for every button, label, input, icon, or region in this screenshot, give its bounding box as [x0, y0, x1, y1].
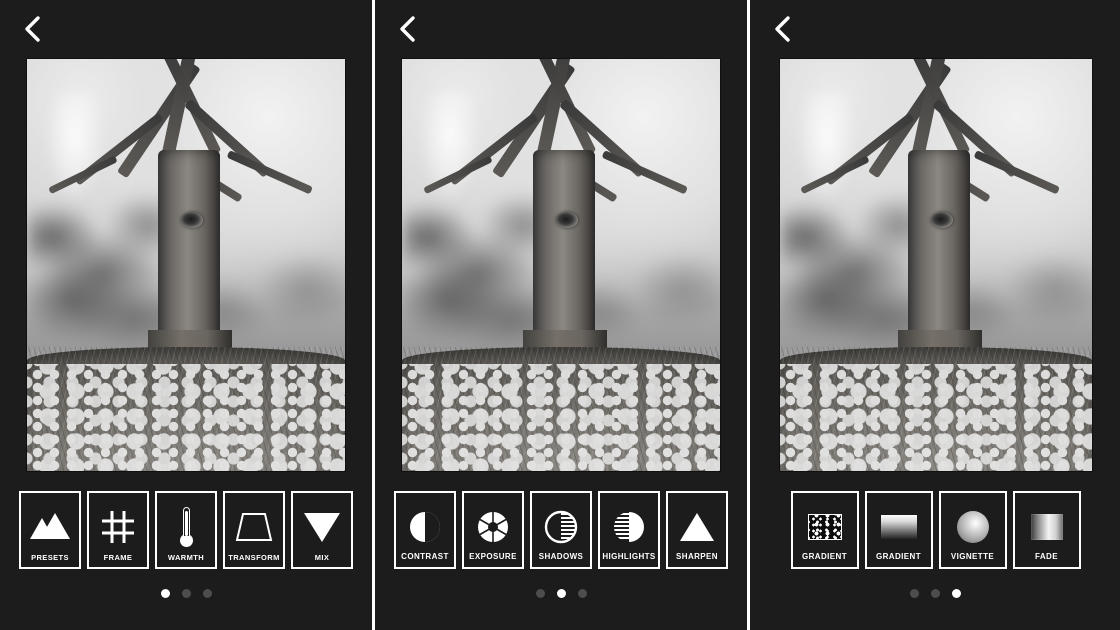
tool-label: CONTRAST: [401, 552, 449, 561]
pagination-dot-2[interactable]: [181, 589, 191, 598]
pagination-dot-3[interactable]: [952, 589, 961, 598]
tool-label: MIX: [314, 552, 330, 562]
tool-list: CONTRAST EXPOSURE SHADOWS HIGHLIGHTS SHA…: [394, 491, 728, 569]
panel-presets: PRESETS FRAME WARMTH TRANSFORM MIX: [0, 0, 372, 630]
sphere-icon: [943, 501, 1003, 553]
fade-icon: [1017, 501, 1077, 553]
photo-area: [375, 58, 747, 472]
tool-highlights[interactable]: HIGHLIGHTS: [598, 491, 660, 569]
tool-vignette[interactable]: VIGNETTE: [938, 491, 1007, 569]
grain-icon: [795, 501, 855, 553]
back-button[interactable]: [16, 12, 50, 46]
tool-transform[interactable]: TRANSFORM: [223, 491, 285, 569]
tool-mix[interactable]: MIX: [291, 491, 353, 569]
photo-tree-knot: [930, 211, 953, 228]
tool-bar: PRESETS FRAME WARMTH TRANSFORM MIX: [0, 472, 372, 630]
top-bar: [375, 0, 747, 58]
tool-label: PRESETS: [31, 552, 69, 562]
photo-tree-trunk: [897, 149, 982, 365]
photo-tree-trunk: [523, 149, 607, 365]
back-button[interactable]: [766, 12, 800, 46]
pagination-dot-2[interactable]: [931, 589, 940, 598]
trapezoid-icon: [227, 501, 281, 554]
pagination-dot-2[interactable]: [556, 589, 566, 598]
edited-photo[interactable]: [401, 58, 721, 472]
pagination-dots: [160, 589, 212, 598]
tool-contrast[interactable]: CONTRAST: [394, 491, 456, 569]
edited-photo[interactable]: [778, 58, 1093, 472]
shadows-circle-icon: [534, 501, 588, 553]
chevron-left-icon: [398, 15, 418, 43]
photo-tree-knot: [556, 211, 578, 228]
photo-tree-knot: [181, 211, 203, 228]
triangle-down-icon: [295, 501, 349, 554]
pagination-dots: [535, 589, 587, 598]
tool-grain[interactable]: GRADIENT: [790, 491, 859, 569]
tool-label: SHADOWS: [538, 552, 584, 561]
tool-bar: GRADIENT GRADIENT VIGNETTE FADE: [750, 472, 1120, 630]
highlights-circle-icon: [602, 501, 656, 553]
tool-label: WARMTH: [167, 552, 205, 562]
tool-exposure[interactable]: EXPOSURE: [462, 491, 524, 569]
pagination-dot-1[interactable]: [535, 589, 545, 598]
three-panel-screenshot: PRESETS FRAME WARMTH TRANSFORM MIX CONTR…: [0, 0, 1120, 630]
tool-label: SHARPEN: [676, 552, 718, 561]
triangle-up-icon: [670, 501, 724, 553]
tool-sharpen[interactable]: SHARPEN: [666, 491, 728, 569]
tool-label: EXPOSURE: [469, 552, 517, 561]
linear-gradient-icon: [869, 501, 929, 553]
tool-bar: CONTRAST EXPOSURE SHADOWS HIGHLIGHTS SHA…: [375, 472, 747, 630]
chevron-left-icon: [773, 15, 793, 43]
tool-frame[interactable]: FRAME: [87, 491, 149, 569]
tool-label: HIGHLIGHTS: [602, 552, 656, 561]
panel-effects: GRADIENT GRADIENT VIGNETTE FADE: [750, 0, 1120, 630]
tool-label: GRADIENT: [876, 552, 921, 561]
tool-label: FRAME: [103, 552, 133, 562]
grid-hash-icon: [91, 501, 145, 554]
tool-label: GRADIENT: [802, 552, 847, 561]
tool-label: VIGNETTE: [950, 552, 995, 561]
back-button[interactable]: [391, 12, 425, 46]
photo-tree-trunk: [148, 149, 232, 365]
tool-list: GRADIENT GRADIENT VIGNETTE FADE: [790, 491, 1081, 569]
photo-wildflowers: [402, 363, 720, 471]
photo-wildflowers: [27, 363, 345, 471]
chevron-left-icon: [23, 15, 43, 43]
tool-label: TRANSFORM: [228, 552, 280, 562]
tool-label: FADE: [1035, 552, 1058, 561]
pagination-dot-1[interactable]: [910, 589, 919, 598]
mountains-icon: [23, 501, 77, 554]
thermometer-icon: [159, 501, 213, 554]
edited-photo[interactable]: [26, 58, 346, 472]
tool-fade[interactable]: FADE: [1012, 491, 1081, 569]
pagination-dots: [910, 589, 961, 598]
tool-gradient[interactable]: GRADIENT: [864, 491, 933, 569]
photo-area: [750, 58, 1120, 472]
tool-presets[interactable]: PRESETS: [19, 491, 81, 569]
aperture-icon: [466, 501, 520, 553]
photo-area: [0, 58, 372, 472]
photo-wildflowers: [779, 363, 1092, 471]
tool-list: PRESETS FRAME WARMTH TRANSFORM MIX: [19, 491, 353, 569]
pagination-dot-3[interactable]: [577, 589, 587, 598]
panel-tone: CONTRAST EXPOSURE SHADOWS HIGHLIGHTS SHA…: [375, 0, 747, 630]
top-bar: [750, 0, 1120, 58]
pagination-dot-3[interactable]: [202, 589, 212, 598]
tool-shadows[interactable]: SHADOWS: [530, 491, 592, 569]
half-circle-icon: [398, 501, 452, 553]
pagination-dot-1[interactable]: [160, 589, 170, 598]
tool-warmth[interactable]: WARMTH: [155, 491, 217, 569]
top-bar: [0, 0, 372, 58]
